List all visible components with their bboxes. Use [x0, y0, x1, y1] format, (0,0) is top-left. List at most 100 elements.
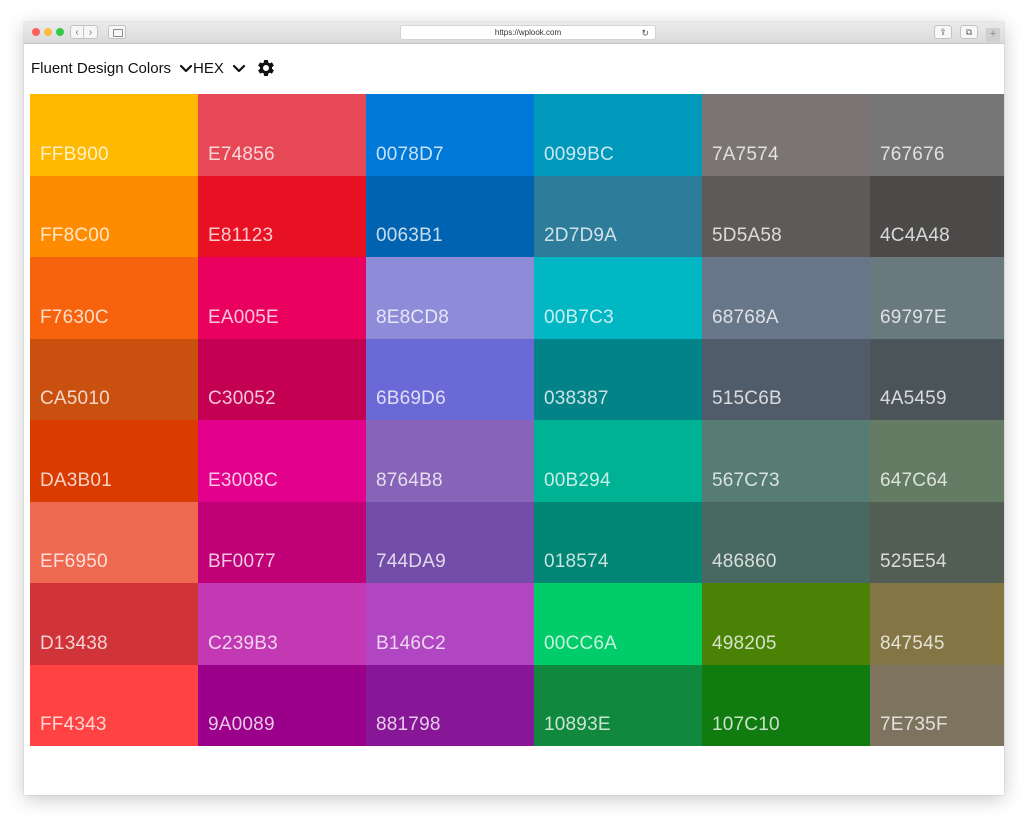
browser-window: ‹ › https://wplook.com ↻ ⇪ ⧉ + Fluent De… [24, 22, 1004, 795]
color-swatch[interactable]: 8764B8 [366, 420, 534, 502]
color-swatch[interactable]: 10893E [534, 664, 702, 746]
swatch-hex-label: 9A0089 [208, 714, 275, 735]
color-swatch[interactable]: FF8C00 [30, 175, 198, 257]
color-swatch[interactable]: C239B3 [198, 583, 366, 665]
swatch-hex-label: 8E8CD8 [376, 306, 450, 328]
color-swatch[interactable]: 00CC6A [534, 583, 702, 665]
swatch-hex-label: 018574 [544, 551, 609, 572]
color-swatch[interactable]: 00B294 [534, 420, 702, 502]
color-swatch[interactable]: 7E735F [870, 664, 1004, 746]
color-swatch[interactable]: 6B69D6 [366, 338, 534, 420]
format-dropdown[interactable]: HEX [193, 60, 246, 77]
color-swatch[interactable]: 525E54 [870, 501, 1004, 583]
color-swatch[interactable]: 9A0089 [198, 664, 366, 746]
browser-chrome: ‹ › https://wplook.com ↻ ⇪ ⧉ + [24, 22, 1004, 44]
history-nav: ‹ › [70, 25, 98, 39]
color-swatch[interactable]: F7630C [30, 257, 198, 339]
color-swatch[interactable]: 0078D7 [366, 94, 534, 176]
tabs-icon: ⧉ [965, 27, 973, 37]
swatch-hex-label: D13438 [40, 632, 108, 654]
swatch-hex-label: 486860 [712, 551, 777, 572]
swatch-hex-label: BF0077 [208, 551, 276, 572]
color-swatch[interactable]: 69797E [870, 257, 1004, 339]
swatch-hex-label: 4C4A48 [880, 225, 950, 246]
swatch-hex-label: 5D5A58 [712, 225, 782, 246]
color-swatch-grid: FFB900 E74856 0078D7 0099BC 7A7574 767676 FF8C… [30, 94, 1004, 746]
swatch-hex-label: F7630C [40, 306, 109, 328]
color-swatch[interactable]: 4A5459 [870, 338, 1004, 420]
reload-icon[interactable]: ↻ [641, 26, 649, 40]
tabs-overview-button[interactable]: ⧉ [960, 25, 978, 39]
chevron-right-icon: › [88, 27, 93, 38]
color-swatch[interactable]: B146C2 [366, 583, 534, 665]
color-swatch[interactable]: 515C6B [702, 338, 870, 420]
color-swatch[interactable]: 486860 [702, 501, 870, 583]
swatch-hex-label: B146C2 [376, 632, 446, 654]
color-swatch[interactable]: 647C64 [870, 420, 1004, 502]
maximize-window-button[interactable] [56, 28, 64, 36]
back-button[interactable]: ‹ [70, 25, 84, 39]
color-swatch[interactable]: 8E8CD8 [366, 257, 534, 339]
address-bar[interactable]: https://wplook.com ↻ [400, 25, 656, 40]
color-swatch[interactable]: E74856 [198, 94, 366, 176]
color-swatch[interactable]: FFB900 [30, 94, 198, 176]
color-swatch[interactable]: 881798 [366, 664, 534, 746]
color-swatch[interactable]: C30052 [198, 338, 366, 420]
swatch-hex-label: 00B294 [544, 469, 611, 491]
share-button[interactable]: ⇪ [934, 25, 952, 39]
color-swatch[interactable]: FF4343 [30, 664, 198, 746]
swatch-hex-label: C30052 [208, 388, 276, 409]
swatch-hex-label: FFB900 [40, 143, 109, 165]
color-swatch[interactable]: D13438 [30, 583, 198, 665]
color-swatch[interactable]: 5D5A58 [702, 175, 870, 257]
palette-dropdown[interactable]: Fluent Design Colors [31, 60, 193, 77]
color-swatch[interactable]: 567C73 [702, 420, 870, 502]
swatch-hex-label: 515C6B [712, 388, 782, 409]
swatch-hex-label: 69797E [880, 306, 947, 328]
swatch-hex-label: E81123 [208, 225, 274, 246]
color-swatch[interactable]: 767676 [870, 94, 1004, 176]
palette-dropdown-label: Fluent Design Colors [31, 60, 172, 77]
sidebar-toggle-button[interactable] [108, 25, 126, 39]
color-swatch[interactable]: 7A7574 [702, 94, 870, 176]
color-swatch[interactable]: 4C4A48 [870, 175, 1004, 257]
share-icon: ⇪ [939, 27, 947, 37]
color-swatch[interactable]: EF6950 [30, 501, 198, 583]
color-swatch[interactable]: EA005E [198, 257, 366, 339]
color-swatch[interactable]: E81123 [198, 175, 366, 257]
swatch-hex-label: 0078D7 [376, 143, 444, 165]
new-tab-button[interactable]: + [986, 28, 1000, 42]
swatch-hex-label: 881798 [376, 714, 441, 735]
app-toolbar: Fluent Design Colors HEX [24, 44, 1004, 94]
minimize-window-button[interactable] [44, 28, 52, 36]
swatch-hex-label: E3008C [208, 469, 278, 491]
color-swatch[interactable]: 00B7C3 [534, 257, 702, 339]
color-swatch[interactable]: 0099BC [534, 94, 702, 176]
color-swatch[interactable]: 498205 [702, 583, 870, 665]
color-swatch[interactable]: 744DA9 [366, 501, 534, 583]
color-swatch[interactable]: CA5010 [30, 338, 198, 420]
forward-button[interactable]: › [84, 25, 98, 39]
swatch-hex-label: 525E54 [880, 551, 947, 572]
swatch-hex-label: 00B7C3 [544, 306, 614, 328]
color-swatch[interactable]: 107C10 [702, 664, 870, 746]
swatch-hex-label: 68768A [712, 306, 779, 328]
color-swatch[interactable]: DA3B01 [30, 420, 198, 502]
gear-icon[interactable] [256, 58, 276, 78]
color-swatch[interactable]: 0063B1 [366, 175, 534, 257]
swatch-hex-label: 567C73 [712, 469, 780, 491]
swatch-hex-label: 6B69D6 [376, 388, 446, 409]
swatch-hex-label: 7E735F [880, 714, 948, 735]
swatch-hex-label: 10893E [544, 714, 611, 735]
color-swatch[interactable]: BF0077 [198, 501, 366, 583]
close-window-button[interactable] [32, 28, 40, 36]
color-swatch[interactable]: E3008C [198, 420, 366, 502]
color-swatch[interactable]: 018574 [534, 501, 702, 583]
color-swatch[interactable]: 2D7D9A [534, 175, 702, 257]
color-swatch[interactable]: 68768A [702, 257, 870, 339]
swatch-hex-label: 4A5459 [880, 388, 947, 409]
chevron-down-icon [232, 64, 245, 72]
color-swatch[interactable]: 847545 [870, 583, 1004, 665]
color-swatch[interactable]: 038387 [534, 338, 702, 420]
swatch-hex-label: 767676 [880, 143, 945, 165]
